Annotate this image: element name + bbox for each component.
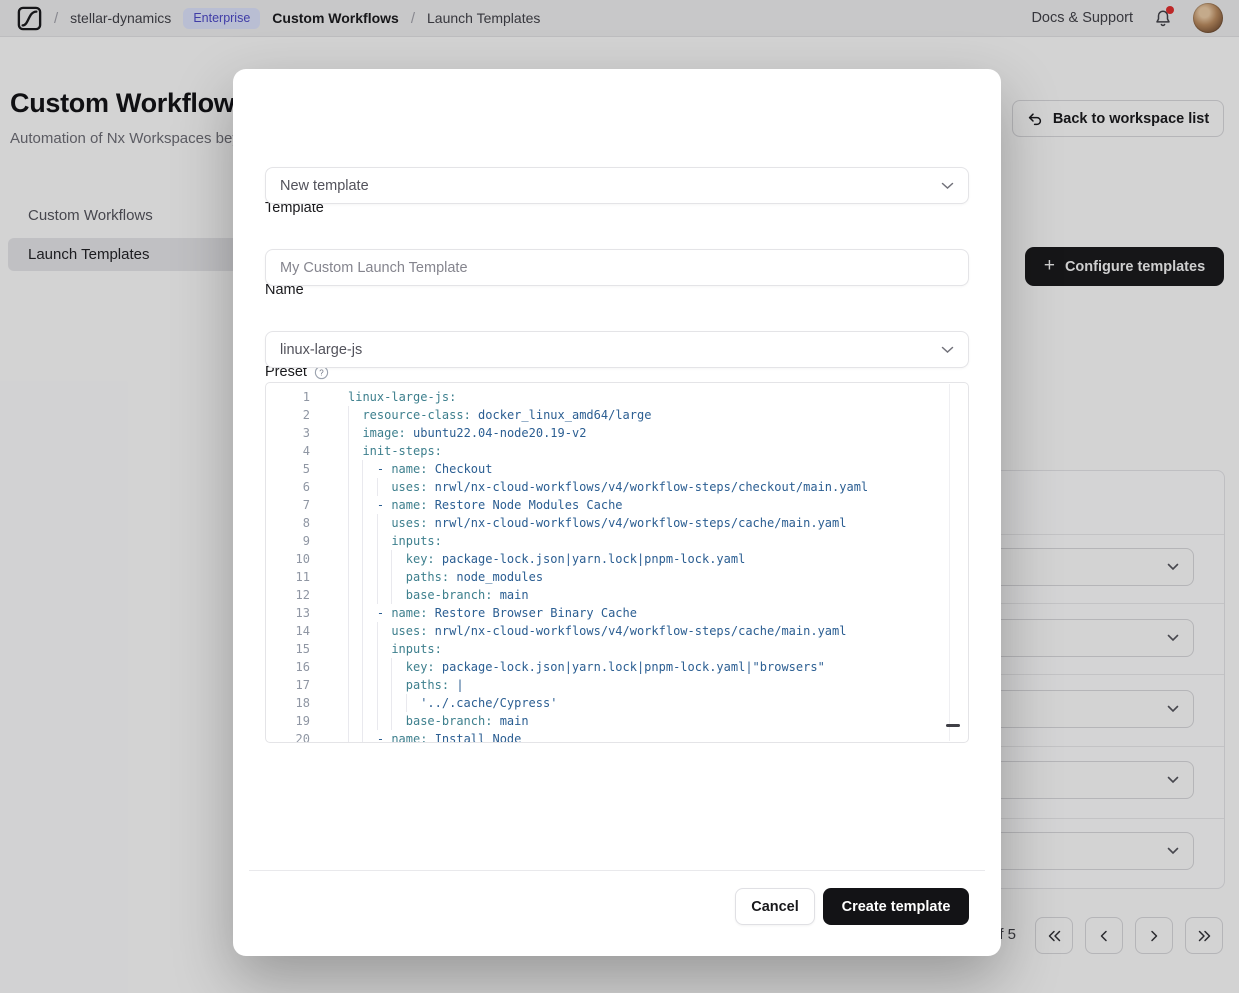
chevron-down-icon <box>941 182 954 190</box>
line-number: 17 <box>266 676 310 694</box>
code-line: 18 '../.cache/Cypress' <box>266 694 968 712</box>
line-number: 5 <box>266 460 310 478</box>
footer-divider <box>249 870 985 871</box>
line-number: 4 <box>266 442 310 460</box>
code-line: 10 key: package-lock.json|yarn.lock|pnpm… <box>266 550 968 568</box>
code-line: 13 - name: Restore Browser Binary Cache <box>266 604 968 622</box>
svg-text:?: ? <box>319 368 324 377</box>
code-line: 8 uses: nrwl/nx-cloud-workflows/v4/workf… <box>266 514 968 532</box>
preset-select[interactable]: linux-large-js <box>265 331 969 368</box>
code-line: 15 inputs: <box>266 640 968 658</box>
line-number: 14 <box>266 622 310 640</box>
code-line: 3 image: ubuntu22.04-node20.19-v2 <box>266 424 968 442</box>
configure-launch-template-modal: Configure launch template Template New t… <box>233 69 1001 956</box>
line-number: 10 <box>266 550 310 568</box>
line-number: 11 <box>266 568 310 586</box>
code-line: 14 uses: nrwl/nx-cloud-workflows/v4/work… <box>266 622 968 640</box>
line-number: 13 <box>266 604 310 622</box>
line-number: 3 <box>266 424 310 442</box>
code-line: 16 key: package-lock.json|yarn.lock|pnpm… <box>266 658 968 676</box>
cancel-button[interactable]: Cancel <box>735 888 815 925</box>
code-line: 11 paths: node_modules <box>266 568 968 586</box>
line-number: 8 <box>266 514 310 532</box>
name-input[interactable] <box>265 249 969 286</box>
code-line: 12 base-branch: main <box>266 586 968 604</box>
line-number: 12 <box>266 586 310 604</box>
code-line: 1linux-large-js: <box>266 388 968 406</box>
line-number: 20 <box>266 730 310 743</box>
editor-scrollbar-thumb[interactable] <box>946 724 960 727</box>
line-number: 15 <box>266 640 310 658</box>
code-line: 2 resource-class: docker_linux_amd64/lar… <box>266 406 968 424</box>
code-line: 5 - name: Checkout <box>266 460 968 478</box>
line-number: 6 <box>266 478 310 496</box>
chevron-down-icon <box>941 346 954 354</box>
code-line: 19 base-branch: main <box>266 712 968 730</box>
template-select[interactable]: New template <box>265 167 969 204</box>
code-line: 9 inputs: <box>266 532 968 550</box>
preset-select-value: linux-large-js <box>280 342 362 358</box>
line-number: 19 <box>266 712 310 730</box>
line-number: 16 <box>266 658 310 676</box>
create-template-button[interactable]: Create template <box>823 888 969 925</box>
template-select-value: New template <box>280 178 369 194</box>
code-line: 20 - name: Install Node <box>266 730 968 743</box>
line-number: 1 <box>266 388 310 406</box>
line-number: 18 <box>266 694 310 712</box>
yaml-code-editor[interactable]: 1linux-large-js:2 resource-class: docker… <box>265 382 969 743</box>
code-line: 4 init-steps: <box>266 442 968 460</box>
code-line: 17 paths: | <box>266 676 968 694</box>
editor-scrollbar-track <box>949 384 950 741</box>
line-number: 2 <box>266 406 310 424</box>
line-number: 9 <box>266 532 310 550</box>
code-line: 6 uses: nrwl/nx-cloud-workflows/v4/workf… <box>266 478 968 496</box>
code-line: 7 - name: Restore Node Modules Cache <box>266 496 968 514</box>
line-number: 7 <box>266 496 310 514</box>
